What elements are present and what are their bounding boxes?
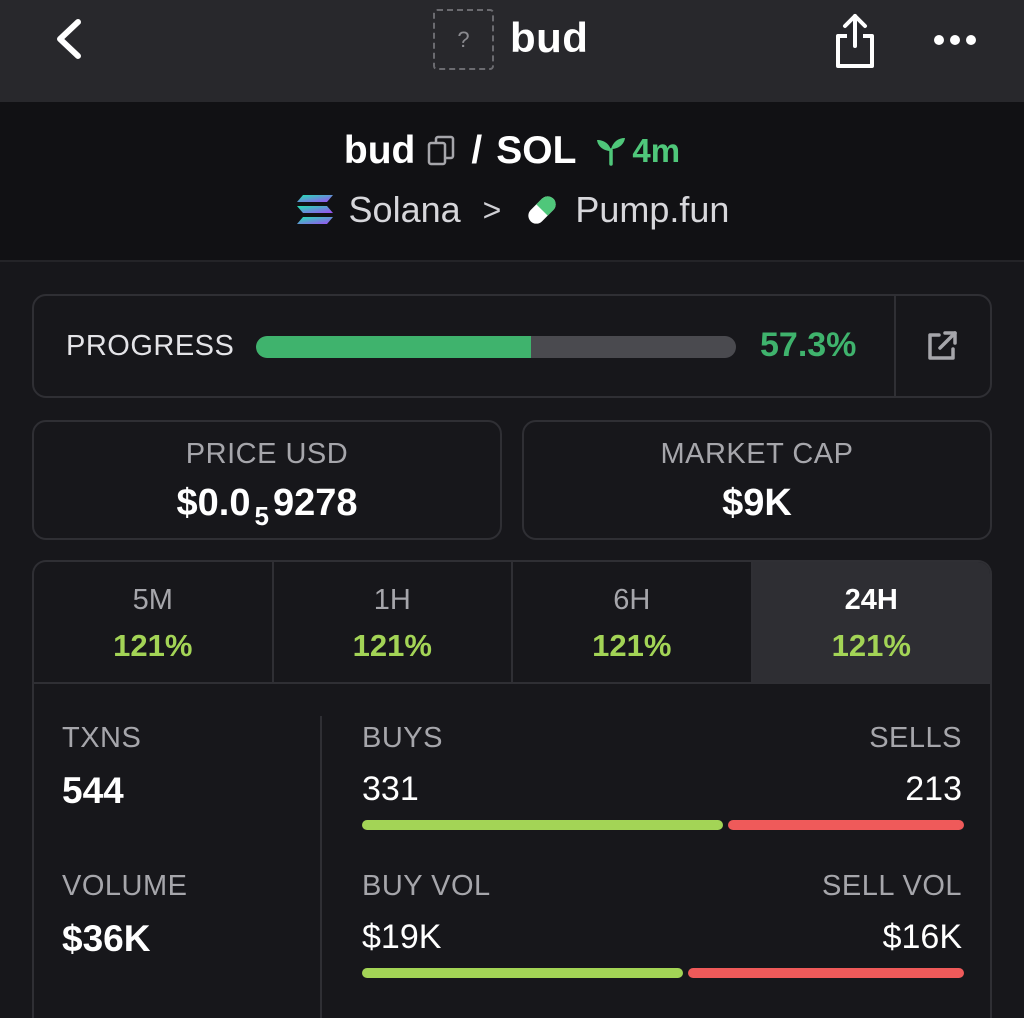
tab-change: 121% (831, 628, 911, 663)
timeframe-stats-panel: 5M 121% 1H 121% 6H 121% 24H 121% TXNS 54… (32, 560, 992, 1018)
price-usd-value: $0.0 5 9278 (34, 482, 500, 532)
tab-label: 24H (844, 584, 898, 616)
price-prefix: $0.0 (176, 482, 251, 524)
more-options-button[interactable] (932, 30, 978, 50)
tab-label: 6H (613, 584, 651, 616)
header-divider (0, 260, 1024, 262)
back-button[interactable] (50, 16, 90, 62)
sells-label: SELLS (869, 722, 962, 754)
txns-value: 544 (62, 770, 124, 811)
tab-change: 121% (113, 628, 193, 663)
top-nav-bar: ? bud (0, 0, 1024, 102)
tab-5m[interactable]: 5M 121% (34, 562, 274, 682)
timeframe-tabs: 5M 121% 1H 121% 6H 121% 24H 121% (34, 562, 990, 684)
sells-ratio-bar (728, 820, 964, 830)
share-button[interactable] (832, 10, 878, 70)
breadcrumb: Solana > Pump.fun (0, 186, 1024, 234)
market-cap-value: $9K (722, 482, 792, 524)
buys-ratio-bar (362, 820, 723, 830)
pair-separator: / (471, 129, 483, 172)
sell-vol-label: SELL VOL (822, 870, 962, 902)
buy-vol-value: $19K (362, 918, 442, 956)
quote-token-symbol: SOL (496, 129, 577, 172)
volume-label: VOLUME (62, 870, 188, 902)
progress-bar (256, 336, 736, 358)
token-image-placeholder: ? (433, 9, 494, 70)
question-mark-icon: ? (457, 26, 470, 52)
market-cap-label: MARKET CAP (660, 438, 854, 470)
sprout-icon (597, 138, 626, 166)
sell-vol-ratio-bar (688, 968, 964, 978)
progress-divider (894, 296, 896, 396)
market-cap-card: MARKET CAP $9K (522, 420, 992, 540)
buys-value: 331 (362, 770, 419, 808)
solana-logo-icon (296, 195, 333, 224)
chain-name-link[interactable]: Solana (349, 189, 461, 231)
txns-label: TXNS (62, 722, 142, 754)
price-usd-card: PRICE USD $0.0 5 9278 (32, 420, 502, 540)
tab-change: 121% (352, 628, 432, 663)
open-external-button[interactable] (924, 328, 960, 364)
stats-column-divider (320, 716, 322, 1018)
pair-age-value: 4m (632, 132, 681, 169)
sell-vol-value: $16K (882, 918, 962, 956)
sells-value: 213 (905, 770, 962, 808)
tab-6h[interactable]: 6H 121% (513, 562, 753, 682)
buy-vol-label: BUY VOL (362, 870, 491, 902)
dex-name-link[interactable]: Pump.fun (575, 189, 729, 231)
breadcrumb-chevron-icon: > (482, 191, 502, 228)
tab-label: 5M (132, 584, 173, 616)
progress-percentage: 57.3% (760, 326, 857, 364)
buys-label: BUYS (362, 722, 443, 754)
tab-label: 1H (373, 584, 411, 616)
pair-title: bud / SOL 4m (0, 126, 1024, 176)
pill-icon (528, 196, 557, 224)
chevron-left-icon (57, 19, 81, 59)
progress-bar-fill (256, 336, 532, 358)
external-link-icon (928, 331, 957, 360)
tab-1h[interactable]: 1H 121% (274, 562, 513, 682)
price-significant: 9278 (272, 482, 358, 524)
more-horizontal-icon (934, 35, 976, 45)
tab-24h[interactable]: 24H 121% (752, 562, 990, 682)
copy-icon[interactable] (427, 135, 455, 167)
volume-value: $36K (62, 918, 151, 959)
bonding-progress-card: PROGRESS 57.3% (32, 294, 992, 398)
progress-label: PROGRESS (66, 330, 235, 362)
tab-change: 121% (592, 628, 672, 663)
share-icon (836, 14, 874, 68)
price-zero-count: 5 (254, 501, 269, 531)
base-token-symbol: bud (343, 129, 416, 172)
pair-age: 4m (594, 132, 680, 170)
buy-vol-ratio-bar (362, 968, 683, 978)
price-usd-label: PRICE USD (185, 438, 349, 470)
page-title: bud (510, 14, 589, 61)
